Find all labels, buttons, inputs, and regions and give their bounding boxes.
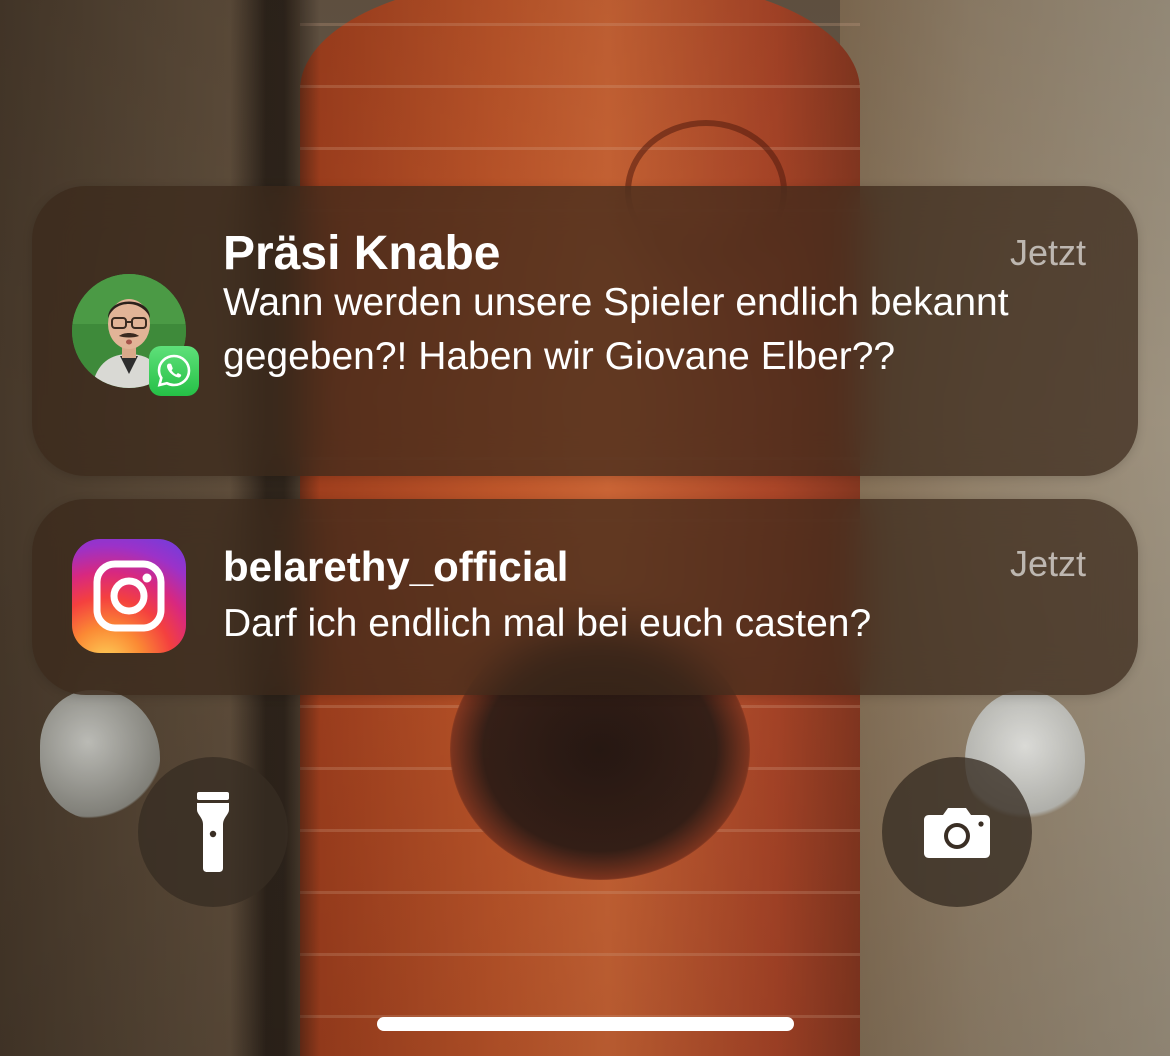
camera-button[interactable] xyxy=(882,757,1032,907)
whatsapp-icon xyxy=(149,346,199,396)
lock-screen: Präsi Knabe Jetzt Wann werden unsere Spi… xyxy=(0,0,1170,1056)
flashlight-icon xyxy=(197,792,229,872)
flashlight-button[interactable] xyxy=(138,757,288,907)
notification-sender: belarethy_official xyxy=(223,543,569,590)
notification-whatsapp[interactable]: Präsi Knabe Jetzt Wann werden unsere Spi… xyxy=(32,186,1138,476)
home-indicator[interactable] xyxy=(377,1017,794,1031)
instagram-icon xyxy=(72,539,186,653)
notification-instagram[interactable]: belarethy_official Jetzt Darf ich endlic… xyxy=(32,499,1138,695)
camera-icon xyxy=(924,808,990,858)
notification-message: Darf ich endlich mal bei euch casten? xyxy=(223,602,872,645)
notification-sender: Präsi Knabe xyxy=(223,227,501,280)
notification-time: Jetzt xyxy=(1009,543,1086,584)
notification-time: Jetzt xyxy=(1009,232,1086,273)
notification-message: Wann werden unsere Spieler endlich bekan… xyxy=(223,281,1009,378)
